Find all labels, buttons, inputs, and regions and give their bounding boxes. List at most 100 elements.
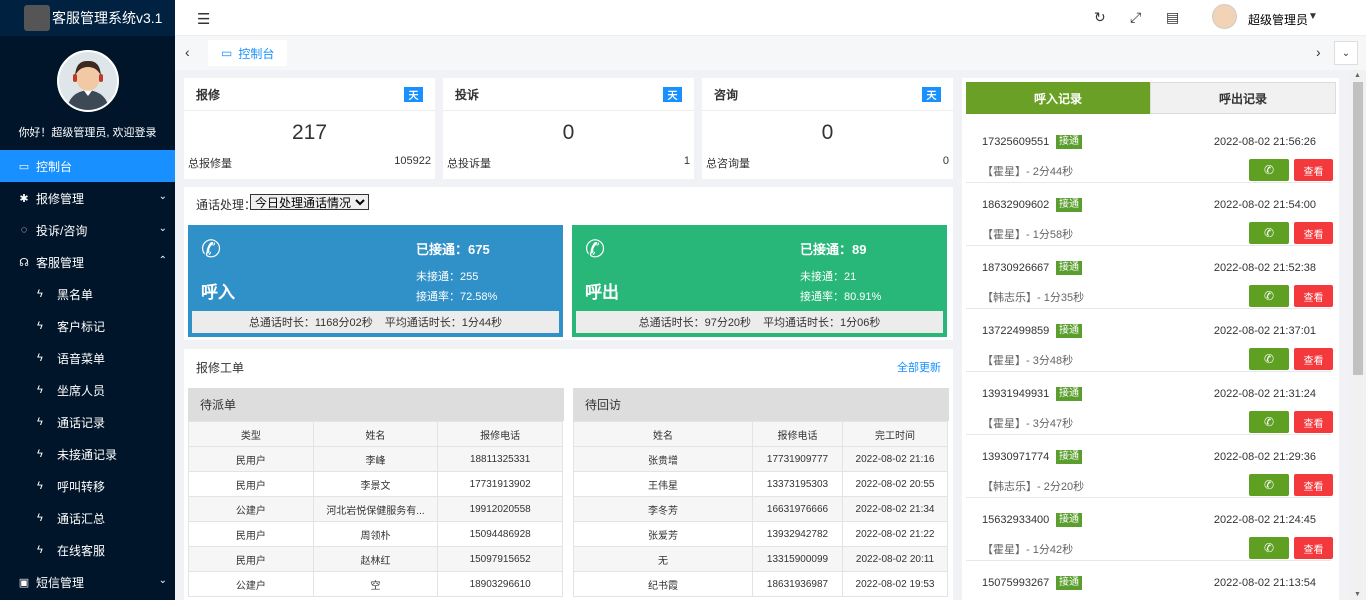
sidebar-subitem-missed-calls[interactable]: ϟ 未接通记录 [0,438,175,470]
tab-prev-icon[interactable]: ‹ [185,44,190,60]
table-row[interactable]: 李冬芳 16631976666 2022-08-02 21:34 [573,496,948,522]
caret-down-icon[interactable]: ▼ [1308,11,1318,22]
table-row[interactable]: 公建户空 18903296610 [188,571,563,597]
status-badge: 接通 [1056,261,1082,275]
table-row[interactable]: 民用户 赵林红 15097915652 [188,546,563,572]
table-cell: 17731909777 [752,446,843,472]
sidebar-subitem-voice-menu[interactable]: ϟ 语音菜单 [0,342,175,374]
sidebar-item-dashboard[interactable]: ▭ 控制台 [0,150,175,182]
table-cell: 13373195303 [752,471,843,497]
view-button[interactable]: 查看 [1294,537,1333,559]
call-button[interactable]: ✆ [1249,348,1289,370]
phone-icon: ✆ [1263,289,1275,303]
tab-menu-button[interactable]: ⌄ [1334,41,1358,65]
table-row[interactable]: 纪书霞 18631936987 2022-08-02 19:53 [573,571,948,597]
connect-rate: 接通率：72.58% [416,291,498,303]
call-button[interactable]: ✆ [1249,159,1289,181]
scroll-up-icon[interactable]: ▲ [1354,72,1361,79]
sidebar: 客服管理系统v3.1 你好！超级管理员, 欢迎登录 ▭ 控制台 ✱ 报修管理 ⌄… [0,0,175,600]
tab-dashboard[interactable]: ▭ 控制台 [208,40,288,66]
status-badge: 接通 [1056,135,1082,149]
call-time: 2022-08-02 21:37:01 [1213,325,1316,337]
scroll-down-icon[interactable]: ▼ [1354,591,1361,598]
book-icon[interactable]: ▤ [1166,9,1179,26]
phone-icon: ✆ [1263,478,1275,492]
call-button[interactable]: ✆ [1249,411,1289,433]
logo-icon [24,5,50,31]
call-period-select[interactable]: 今日处理通话情况 [250,194,369,210]
sidebar-subitem-call-forward[interactable]: ϟ 呼叫转移 [0,470,175,502]
phone-icon: ✆ [1263,415,1275,429]
table-cell: 张贵增 [573,446,753,472]
sidebar-item-label: 控制台 [36,159,73,174]
phone-number: 13931949931 [982,388,1050,400]
phone-number: 18730926667 [982,262,1050,274]
stat-total-value: 1 [683,155,690,167]
sidebar-subitem-call-records[interactable]: ϟ 通话记录 [0,406,175,438]
table-row[interactable]: 民用户 周领朴 15094486928 [188,521,563,547]
sidebar-subitem-online-service[interactable]: ϟ 在线客服 [0,534,175,566]
call-button[interactable]: ✆ [1249,537,1289,559]
sidebar-subitem-call-summary[interactable]: ϟ 通话汇总 [0,502,175,534]
menu-collapse-icon[interactable]: ☰ [197,10,210,28]
sidebar-subitem-customer-tag[interactable]: ϟ 客户标记 [0,310,175,342]
table-row[interactable]: 民用户 李峰 18811325331 [188,446,563,472]
table-row[interactable]: 民用户 李景文 17731913902 [188,471,563,497]
fullscreen-icon[interactable]: ⤢ [1130,9,1141,26]
call-button[interactable]: ✆ [1249,222,1289,244]
username[interactable]: 超级管理员 [1248,11,1308,28]
sidebar-item-repair[interactable]: ✱ 报修管理 ⌄ [0,182,175,214]
call-time: 2022-08-02 21:52:38 [1213,262,1316,274]
connected-count: 已接通：89 [800,242,867,257]
scrollbar-thumb[interactable] [1353,82,1363,375]
view-button[interactable]: 查看 [1294,411,1333,433]
call-button[interactable]: ✆ [1249,474,1289,496]
table-cell: 河北岩悦保健服务有... [312,496,439,522]
view-button[interactable]: 查看 [1294,348,1333,370]
table-cell: 民用户 [188,446,314,472]
sidebar-item-service[interactable]: ☊ 客服管理 ⌃ [0,246,175,278]
table-cell: 公建户 [188,496,314,522]
table-cell: 13932942782 [752,521,843,547]
direction-title: 呼出 [585,283,619,302]
view-button[interactable]: 查看 [1294,474,1333,496]
table-cell: 13315900099 [752,546,843,572]
call-button[interactable]: ✆ [1249,285,1289,307]
call-record-item: 18730926667 接通 2022-08-02 21:52:38 【韩志乐】- 1… [966,246,1333,309]
inbound-calls-box: ✆ 呼入 已接通：675 未接通：255 接通率：72.58% 总通话时长：11… [188,225,563,337]
stat-title: 咨询 [714,87,739,102]
table-row[interactable]: 无 13315900099 2022-08-02 20:11 [573,546,948,572]
column-header: 类型 [188,421,314,447]
total-duration: 总通话时长：97分20秒 [638,317,752,329]
sidebar-item-complaint[interactable]: ◌ 投诉/咨询 ⌄ [0,214,175,246]
sidebar-item-label: 投诉/咨询 [36,223,88,238]
page-scrollbar[interactable]: ▲ ▼ [1350,70,1366,600]
table-row[interactable]: 公建户 河北岩悦保健服务有... 19912020558 [188,496,563,522]
table-cell: 民用户 [188,521,314,547]
table-cell: 民用户 [188,471,314,497]
pending-visit-table: 待回访 姓名 报修电话 完工时间 张贵增 17731909777 2022-08-0… [573,388,949,600]
table-row[interactable]: 张爱芳 13932942782 2022-08-02 21:22 [573,521,948,547]
column-header: 姓名 [312,421,439,447]
sidebar-subitem-agents[interactable]: ϟ 坐席人员 [0,374,175,406]
tab-next-icon[interactable]: › [1316,44,1321,60]
view-button[interactable]: 查看 [1294,285,1333,307]
sidebar-subitem-blacklist[interactable]: ϟ 黑名单 [0,278,175,310]
sidebar-item-sms[interactable]: ▣ 短信管理 ⌄ [0,566,175,598]
refresh-icon[interactable]: ↻ [1094,9,1106,26]
refresh-all-link[interactable]: 全部更新 [897,359,941,375]
tab-inbound-records[interactable]: 呼入记录 [966,82,1150,114]
view-button[interactable]: 查看 [1294,159,1333,181]
bolt-icon: ϟ [37,448,43,460]
tab-outbound-records[interactable]: 呼出记录 [1150,82,1336,114]
status-badge: 接通 [1056,198,1082,212]
connect-rate: 接通率：80.91% [800,291,882,303]
sidebar-subitem-label: 黑名单 [57,287,94,302]
stat-title: 投诉 [455,87,480,102]
table-row[interactable]: 张贵增 17731909777 2022-08-02 21:16 [573,446,948,472]
user-avatar[interactable] [1212,4,1237,29]
table-row[interactable]: 王伟星 13373195303 2022-08-02 20:55 [573,471,948,497]
view-button[interactable]: 查看 [1294,222,1333,244]
call-handling-label: 通话处理： [196,198,257,212]
stat-total-label: 总投诉量 [447,158,491,170]
